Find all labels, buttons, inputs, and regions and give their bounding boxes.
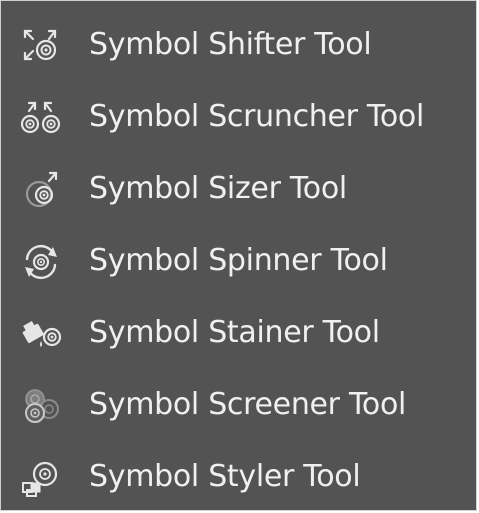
menu-item-symbol-spinner[interactable]: Symbol Spinner Tool bbox=[1, 225, 476, 297]
tool-flyout-menu: Symbol Shifter Tool Symbol Scruncher Too… bbox=[0, 0, 477, 511]
menu-item-symbol-sizer[interactable]: Symbol Sizer Tool bbox=[1, 153, 476, 225]
menu-item-label: Symbol Spinner Tool bbox=[89, 243, 388, 278]
menu-item-label: Symbol Shifter Tool bbox=[89, 27, 372, 62]
symbol-stainer-icon bbox=[15, 313, 67, 353]
menu-item-label: Symbol Stainer Tool bbox=[89, 315, 380, 350]
menu-item-symbol-screener[interactable]: Symbol Screener Tool bbox=[1, 369, 476, 441]
menu-item-label: Symbol Sizer Tool bbox=[89, 171, 347, 206]
menu-item-symbol-shifter[interactable]: Symbol Shifter Tool bbox=[1, 9, 476, 81]
symbol-spinner-icon bbox=[15, 241, 67, 281]
menu-item-label: Symbol Screener Tool bbox=[89, 387, 407, 422]
symbol-shifter-icon bbox=[15, 25, 67, 65]
symbol-styler-icon bbox=[15, 457, 67, 497]
symbol-screener-icon bbox=[15, 385, 67, 425]
menu-item-label: Symbol Styler Tool bbox=[89, 459, 361, 494]
symbol-scruncher-icon bbox=[15, 97, 67, 137]
symbol-tools-list: Symbol Shifter Tool Symbol Scruncher Too… bbox=[1, 9, 476, 513]
symbol-sizer-icon bbox=[15, 169, 67, 209]
menu-item-symbol-stainer[interactable]: Symbol Stainer Tool bbox=[1, 297, 476, 369]
menu-item-symbol-scruncher[interactable]: Symbol Scruncher Tool bbox=[1, 81, 476, 153]
menu-item-symbol-styler[interactable]: Symbol Styler Tool bbox=[1, 441, 476, 513]
menu-item-label: Symbol Scruncher Tool bbox=[89, 99, 424, 134]
